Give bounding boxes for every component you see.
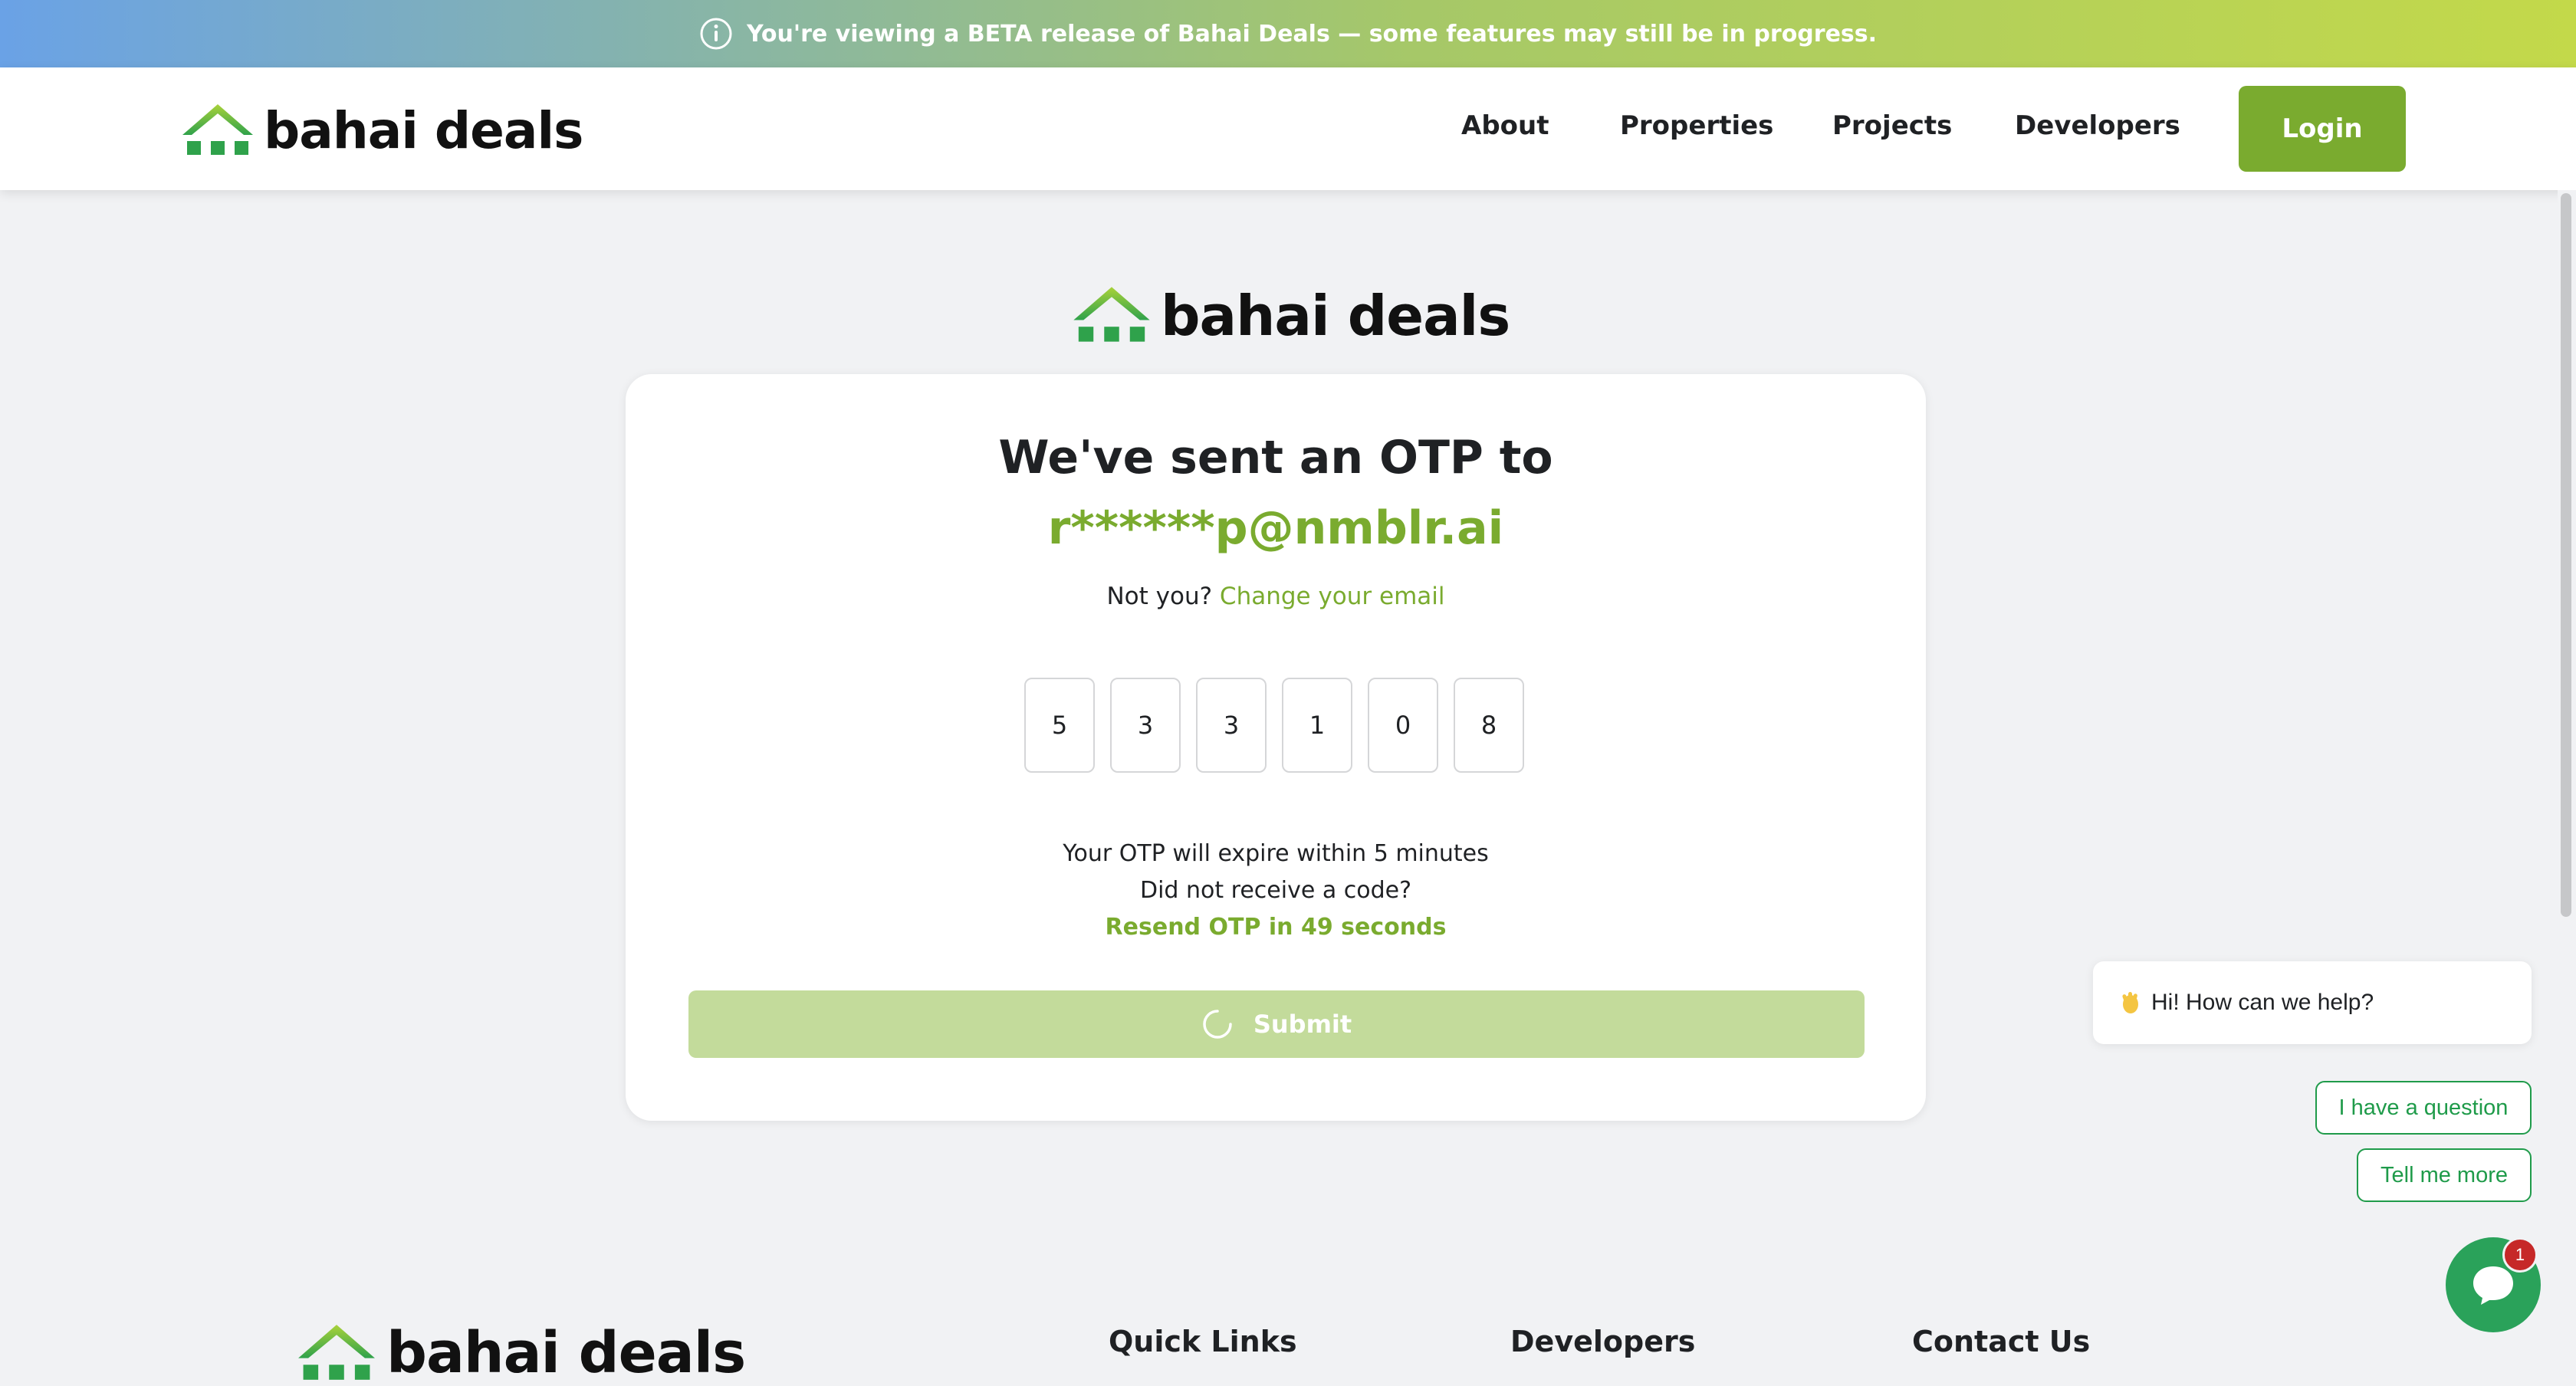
house-logo-icon [182, 104, 253, 155]
page-scrollbar-thumb[interactable] [2561, 193, 2571, 917]
not-received-text: Did not receive a code? [1139, 877, 1412, 904]
nav-developers[interactable]: Developers [2015, 110, 2180, 141]
otp-input-group: 5 3 3 1 0 8 [1024, 678, 1530, 776]
info-icon [700, 18, 732, 50]
chat-greeting-text: Hi! How can we help? [2151, 990, 2374, 1015]
otp-digit-input[interactable]: 5 [1024, 678, 1095, 773]
header-logo[interactable]: bahai deals [179, 103, 583, 156]
submit-button[interactable]: Submit [688, 990, 1865, 1058]
otp-email: r******p@nmblr.ai [1047, 501, 1504, 555]
footer-heading-quick-links: Quick Links [1109, 1325, 1297, 1358]
nav-about[interactable]: About [1461, 110, 1549, 141]
center-logo: bahai deals [1070, 285, 1510, 343]
otp-digit-input[interactable]: 8 [1454, 678, 1524, 773]
footer-heading-developers: Developers [1510, 1325, 1696, 1358]
otp-digit-input[interactable]: 3 [1110, 678, 1181, 773]
not-you-line: Not you? Change your email [626, 583, 1926, 610]
waving-hand-icon [2122, 992, 2138, 1013]
otp-heading: We've sent an OTP to [998, 431, 1553, 484]
otp-card: We've sent an OTP to r******p@nmblr.ai N… [626, 374, 1926, 1121]
house-logo-icon [1073, 287, 1150, 342]
site-header: bahai deals About Properties Projects De… [0, 67, 2576, 190]
login-button[interactable]: Login [2239, 86, 2406, 172]
otp-digit-input[interactable]: 1 [1282, 678, 1352, 773]
footer-heading-contact-us: Contact Us [1912, 1325, 2091, 1358]
chat-greeting-bubble[interactable]: Hi! How can we help? [2093, 961, 2532, 1044]
footer-logo[interactable]: bahai deals [294, 1320, 746, 1386]
not-you-text: Not you? [1106, 583, 1213, 610]
house-logo-icon [298, 1325, 375, 1380]
change-email-link[interactable]: Change your email [1220, 583, 1445, 610]
beta-banner: You're viewing a BETA release of Bahai D… [0, 0, 2576, 67]
beta-banner-text: You're viewing a BETA release of Bahai D… [746, 20, 1878, 48]
logo-text: bahai deals [1161, 284, 1510, 348]
nav-properties[interactable]: Properties [1620, 110, 1773, 141]
nav-projects[interactable]: Projects [1832, 110, 1952, 141]
resend-otp-link[interactable]: Resend OTP in 49 seconds [626, 914, 1926, 941]
quick-reply-tell-more[interactable]: Tell me more [2357, 1148, 2532, 1202]
logo-text: bahai deals [264, 101, 583, 160]
chat-unread-badge: 1 [2502, 1237, 2538, 1273]
quick-reply-question[interactable]: I have a question [2315, 1081, 2532, 1135]
logo-text: bahai deals [386, 1320, 746, 1386]
otp-digit-input[interactable]: 0 [1368, 678, 1438, 773]
loading-spinner-icon [1203, 1010, 1232, 1039]
submit-label: Submit [1253, 1010, 1352, 1039]
otp-expire-text: Your OTP will expire within 5 minutes [1063, 840, 1489, 867]
otp-digit-input[interactable]: 3 [1196, 678, 1267, 773]
